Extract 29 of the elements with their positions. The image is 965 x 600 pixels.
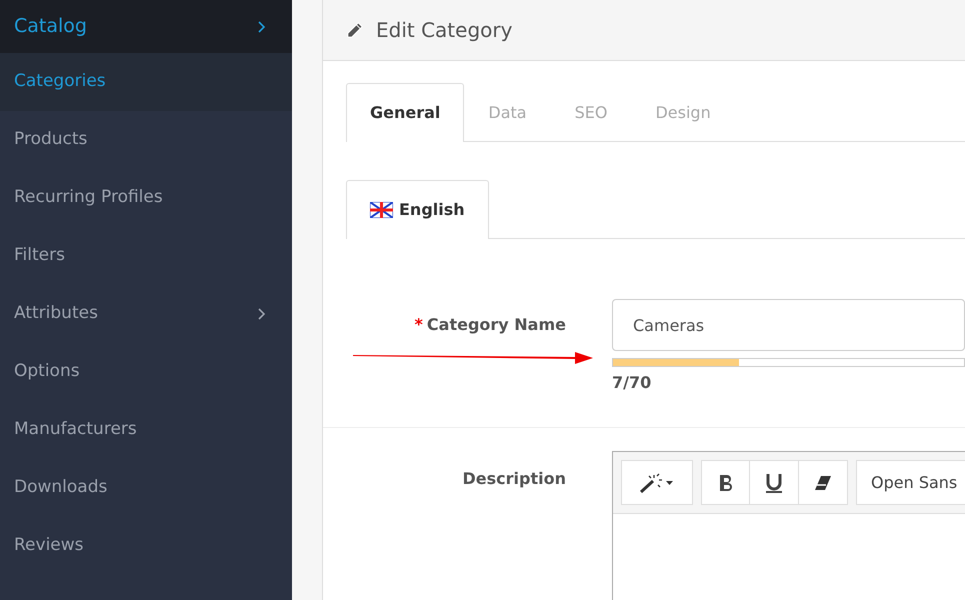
eraser-button[interactable] [799,460,848,505]
sidebar-item[interactable]: Filters [0,227,292,285]
underline-icon [764,472,784,494]
sidebar-item[interactable]: Products [0,111,292,169]
sidebar-item[interactable]: Recurring Profiles [0,169,292,227]
rich-text-editor[interactable]: Open Sans [612,451,965,600]
pencil-icon [345,20,364,40]
language-tab[interactable]: English [346,180,489,239]
category-name-input[interactable]: Cameras [612,299,965,351]
underline-button[interactable] [750,460,799,505]
sidebar-item[interactable]: Reviews [0,517,292,575]
sidebar-item[interactable]: Categories [0,53,292,111]
eraser-icon [814,474,832,492]
sidebar-item[interactable]: Catalog [0,0,292,53]
panel-title: Edit Category [376,17,512,44]
bold-button[interactable] [701,460,750,505]
character-counter: 7/70 [612,372,652,394]
required-mark: * [414,315,423,334]
field-label: Category Name [426,315,566,334]
magic-wand-icon [639,472,675,494]
field-label: Description [462,468,566,490]
sidebar-item[interactable]: Options [0,343,292,401]
sidebar-item[interactable]: Downloads [0,459,292,517]
flag-icon [370,202,393,218]
sidebar-item[interactable]: Manufacturers [0,401,292,459]
font-select[interactable]: Open Sans [856,460,965,505]
style-dropdown-button[interactable] [621,460,693,505]
sidebar-item[interactable]: Attributes [0,285,292,343]
tab[interactable]: General [346,83,464,142]
